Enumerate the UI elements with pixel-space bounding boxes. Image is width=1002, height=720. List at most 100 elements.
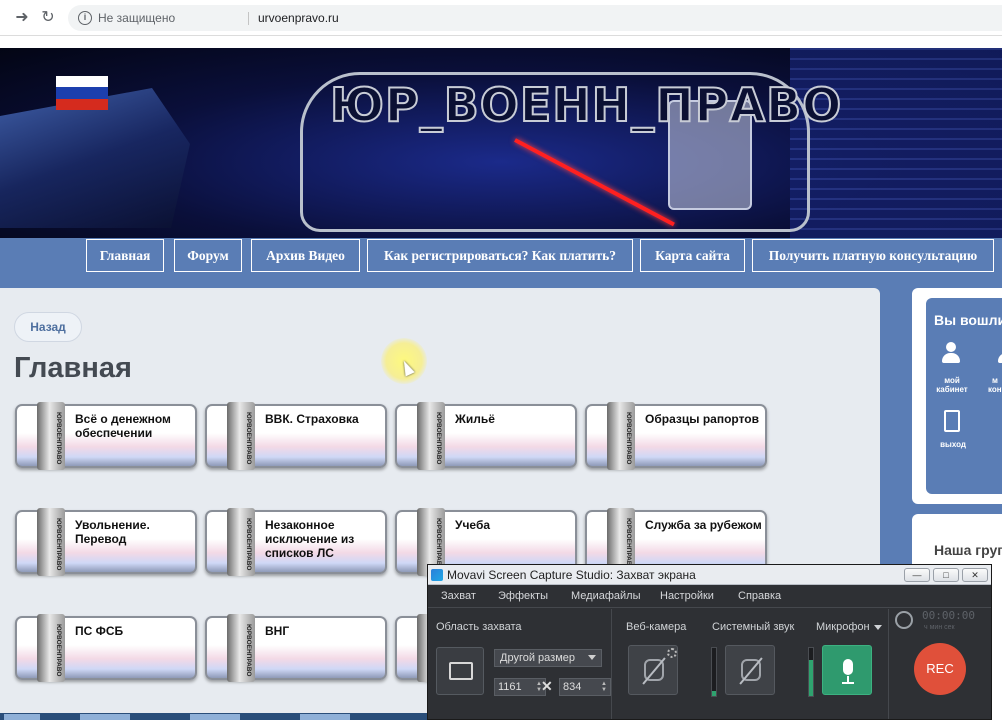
size-preset-value: Другой размер xyxy=(500,652,575,664)
chevron-down-icon xyxy=(588,655,596,660)
exit-icon[interactable] xyxy=(944,410,960,432)
address-bar[interactable]: i Не защищено urvoenpravo.ru xyxy=(68,5,1002,31)
tile-tab-text: ЮРВОЕНПРАВО xyxy=(55,623,62,677)
forward-arrow-icon[interactable]: ➜ xyxy=(12,8,32,28)
tile-tab-text: ЮРВОЕНПРАВО xyxy=(55,517,62,571)
system-sound-label: Системный звук xyxy=(712,621,795,633)
select-area-button[interactable] xyxy=(436,647,484,695)
console-panels-image xyxy=(790,48,1002,238)
alarm-clock-icon[interactable] xyxy=(895,611,913,629)
nav-sitemap[interactable]: Карта сайта xyxy=(640,239,745,272)
taskbar-item[interactable] xyxy=(4,714,40,720)
page-top-margin xyxy=(0,36,1002,48)
movavi-menubar: Захват Эффекты Медиафайлы Настройки Спра… xyxy=(428,586,991,608)
microphone-on-button[interactable] xyxy=(822,645,872,695)
tile-unlawful-exclusion[interactable]: ЮРВОЕНПРАВО Незаконное исключение из спи… xyxy=(205,508,387,576)
microphone-level xyxy=(808,647,814,697)
menu-capture[interactable]: Захват xyxy=(441,590,476,602)
section-divider xyxy=(888,609,889,719)
tile-tab-text: ЮРВОЕНПРАВО xyxy=(55,411,62,465)
russian-flag-icon xyxy=(56,76,108,110)
movavi-title: Movavi Screen Capture Studio: Захват экр… xyxy=(447,568,696,582)
timer-units: ч мин сек xyxy=(924,624,955,631)
tile-vng[interactable]: ЮРВОЕНПРАВО ВНГ xyxy=(205,614,387,682)
info-icon[interactable]: i xyxy=(78,11,92,25)
contacts-icon[interactable] xyxy=(996,342,1002,364)
microphone-label: Микрофон xyxy=(816,621,870,633)
microphone-dropdown[interactable]: Микрофон xyxy=(816,621,882,633)
nav-forum[interactable]: Форум xyxy=(174,239,242,272)
tile-label: Служба за рубежом xyxy=(645,518,762,532)
tile-label: Всё о денежном обеспечении xyxy=(75,412,171,440)
back-button[interactable]: Назад xyxy=(14,312,82,342)
times-icon: ✕ xyxy=(541,678,553,694)
tile-report-samples[interactable]: ЮРВОЕНПРАВО Образцы рапортов xyxy=(585,402,767,470)
section-divider xyxy=(611,609,612,719)
tile-ps-fsb[interactable]: ЮРВОЕНПРАВО ПС ФСБ xyxy=(15,614,197,682)
page-title: Главная xyxy=(14,352,132,384)
tile-tab-text: ЮРВОЕНПРАВО xyxy=(245,623,252,677)
tile-dismissal[interactable]: ЮРВОЕНПРАВО Увольнение. Перевод xyxy=(15,508,197,576)
webcam-label: Веб-камера xyxy=(626,621,687,633)
taskbar-item[interactable] xyxy=(80,714,130,720)
url-text[interactable]: urvoenpravo.ru xyxy=(258,5,339,31)
tile-label: ПС ФСБ xyxy=(75,624,124,638)
system-sound-off-button[interactable] xyxy=(725,645,775,695)
login-heading: Вы вошли xyxy=(934,312,1002,328)
tile-tab-text: ЮРВОЕНПРАВО xyxy=(435,411,442,465)
login-widget: Вы вошли мой кабинет м конт выход xyxy=(912,288,1002,504)
nav-paid-consultation[interactable]: Получить платную консультацию xyxy=(752,239,994,272)
login-panel: Вы вошли мой кабинет м конт выход xyxy=(926,298,1002,494)
exit-label[interactable]: выход xyxy=(936,440,970,449)
minimize-icon[interactable]: — xyxy=(904,568,930,582)
level-fill xyxy=(809,660,813,696)
recording-timer: 00:00:00 xyxy=(922,609,975,622)
nav-home[interactable]: Главная xyxy=(86,239,164,272)
mic-base xyxy=(842,682,854,684)
level-fill xyxy=(712,691,716,696)
tile-label: Увольнение. Перевод xyxy=(75,518,150,546)
tile-housing[interactable]: ЮРВОЕНПРАВО Жильё xyxy=(395,402,577,470)
microphone-icon xyxy=(843,659,853,675)
maximize-icon[interactable]: □ xyxy=(933,568,959,582)
nav-video-archive[interactable]: Архив Видео xyxy=(251,239,360,272)
capture-area-label: Область захвата xyxy=(436,621,522,633)
movavi-app-icon xyxy=(431,569,443,581)
tile-label: ВВК. Страховка xyxy=(265,412,359,426)
site-logo-title: ЮР_ВОЕНН_ПРАВО xyxy=(329,77,843,133)
tile-label: Учеба xyxy=(455,518,491,532)
menu-settings[interactable]: Настройки xyxy=(660,590,714,602)
tile-tab-text: ЮРВОЕНПРАВО xyxy=(245,411,252,465)
close-icon[interactable]: ✕ xyxy=(962,568,988,582)
address-separator xyxy=(248,12,249,25)
webcam-settings-gear-icon[interactable] xyxy=(667,648,677,658)
menu-help[interactable]: Справка xyxy=(738,590,781,602)
main-navigation: Главная Форум Архив Видео Как регистриро… xyxy=(0,238,1002,274)
stepper-icon[interactable]: ▲ ▼ xyxy=(601,681,607,693)
taskbar-item[interactable] xyxy=(300,714,350,720)
tile-tab-text: ЮРВОЕНПРАВО xyxy=(245,517,252,571)
menu-effects[interactable]: Эффекты xyxy=(498,590,548,602)
tile-label: Незаконное исключение из списков ЛС xyxy=(265,518,355,560)
width-field[interactable]: 1161 ▲ ▼ xyxy=(494,678,546,696)
browser-toolbar: ➜ ↻ i Не защищено urvoenpravo.ru xyxy=(0,0,1002,36)
system-sound-level xyxy=(711,647,717,697)
tile-vvk[interactable]: ЮРВОЕНПРАВО ВВК. Страховка xyxy=(205,402,387,470)
rec-button[interactable]: REC xyxy=(914,643,966,695)
my-cabinet-label[interactable]: мой кабинет xyxy=(934,376,970,394)
contacts-label[interactable]: м конт xyxy=(988,376,1002,394)
groups-heading: Наша груп xyxy=(934,542,1002,558)
user-icon[interactable] xyxy=(940,342,962,364)
area-frame-icon xyxy=(449,662,473,680)
taskbar-item[interactable] xyxy=(190,714,240,720)
reload-icon[interactable]: ↻ xyxy=(38,8,58,28)
chevron-down-icon xyxy=(873,624,882,630)
height-field[interactable]: 834 ▲ ▼ xyxy=(559,678,611,696)
movavi-titlebar[interactable]: Movavi Screen Capture Studio: Захват экр… xyxy=(428,565,991,585)
height-value: 834 xyxy=(563,681,582,693)
menu-media[interactable]: Медиафайлы xyxy=(571,590,640,602)
tile-pay[interactable]: ЮРВОЕНПРАВО Всё о денежном обеспечении xyxy=(15,402,197,470)
nav-registration[interactable]: Как регистрироваться? Как платить? xyxy=(367,239,633,272)
size-preset-select[interactable]: Другой размер xyxy=(494,649,602,667)
tile-label: Жильё xyxy=(455,412,495,426)
